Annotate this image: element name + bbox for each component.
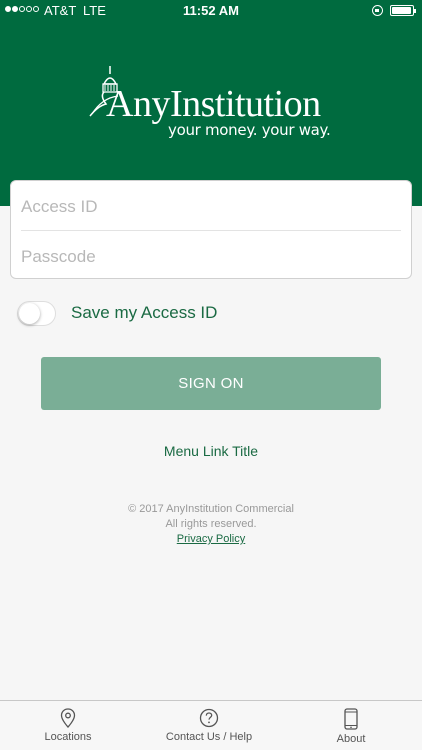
brand-header: AT&T LTE 11:52 AM AnyInstitution your mo… [0,0,422,206]
toggle-knob [19,302,40,324]
menu-link[interactable]: Menu Link Title [0,443,422,459]
status-bar: AT&T LTE 11:52 AM [0,0,422,22]
status-time: 11:52 AM [183,3,239,18]
save-access-id-label: Save my Access ID [71,303,218,322]
tab-locations[interactable]: Locations [28,701,108,750]
logo-tagline: your money. your way. [168,121,331,139]
logo-name: AnyInstitution [106,83,321,125]
rights-text: All rights reserved. [165,518,257,530]
tab-about-label: About [336,733,366,745]
phone-device-icon [344,708,358,730]
location-pin-icon [60,708,76,728]
battery-icon [390,5,416,16]
save-access-id-row: Save my Access ID [17,300,217,326]
login-card [10,180,412,281]
access-id-input[interactable] [21,183,403,231]
institution-logo: AnyInstitution your money. your way. [88,64,348,144]
sign-on-button[interactable]: SIGN ON [41,357,381,410]
rotation-lock-icon [372,5,383,16]
tab-bar: Locations Contact Us / Help About [0,700,422,750]
passcode-input[interactable] [21,233,403,281]
copyright-text: © 2017 AnyInstitution Commercial [128,503,294,515]
privacy-policy-row: Privacy Policy [0,533,422,545]
tab-locations-label: Locations [44,731,92,743]
tab-contact-label: Contact Us / Help [165,731,253,743]
tab-about[interactable]: About [316,701,386,750]
tab-contact-help[interactable]: Contact Us / Help [154,701,264,750]
help-circle-icon [199,708,219,728]
save-access-id-toggle[interactable] [17,300,56,326]
privacy-policy-link[interactable]: Privacy Policy [177,533,245,545]
field-divider [21,230,401,231]
